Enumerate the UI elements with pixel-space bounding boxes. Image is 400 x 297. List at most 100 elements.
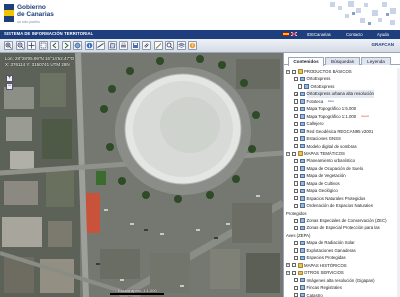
english-flag-icon[interactable] [291,32,297,36]
layer-row[interactable]: Fincas Registrales [284,284,400,291]
group-checkbox[interactable] [291,263,296,268]
collapse-toggle-icon[interactable]: − [286,69,290,74]
layer-row[interactable]: Mapa de Ocupación de Suelo [284,165,400,172]
layer-checkbox[interactable] [294,203,299,208]
back-tool-button[interactable] [50,41,59,50]
layer-row[interactable]: Ordenación de Espacios Naturales [284,202,400,209]
link-tool-button[interactable] [142,41,151,50]
expand-toggle-icon[interactable]: + [286,263,290,268]
tab-busquedas[interactable]: Búsquedas [325,57,360,65]
layer-label: OTROS SERVICIOS [304,270,344,276]
zoom-in-tool-button[interactable] [4,41,13,50]
layer-icon [300,203,305,208]
zoom-in-button[interactable]: + [6,75,13,82]
pan-tool-button[interactable] [27,41,36,50]
layer-checkbox[interactable] [294,136,299,141]
tab-leyenda[interactable]: Leyenda [361,57,391,65]
layer-row[interactable]: Mapa Topográfico 1:1.000 nuevo [284,113,400,120]
layer-row[interactable]: OrtoExpress urbana alta resolución [284,90,400,99]
layer-checkbox[interactable] [294,114,299,119]
layer-group-row[interactable]: − MAPAS TEMÁTICOS [284,150,400,157]
layer-row[interactable]: Zonas de Especial Protección para las [284,224,400,231]
zoom-box-tool-button[interactable] [38,41,48,50]
layer-checkbox[interactable] [294,255,299,261]
layer-icon [300,106,305,112]
help-tool-button[interactable]: ? [188,41,197,50]
save-tool-button[interactable] [130,41,140,50]
layer-checkbox[interactable] [294,91,299,99]
layer-row[interactable]: OrtoExpress [284,75,400,82]
layer-row[interactable]: Fototeca beta [284,98,400,105]
layer-label: PRODUCTOS BÁSICOS [304,69,352,74]
layer-checkbox[interactable] [294,158,299,164]
layer-row[interactable]: Explotaciones Ganaderas [284,247,400,254]
print-tool-button[interactable] [119,41,128,50]
layer-checkbox[interactable] [294,218,299,223]
layer-checkbox[interactable] [294,226,299,231]
layer-row[interactable]: Mapa Topográfico 1:5.000 [284,105,400,112]
layer-checkbox[interactable] [294,99,299,104]
layer-checkbox[interactable] [294,240,299,246]
contact-link[interactable]: Contacto [346,32,363,37]
layer-checkbox[interactable] [294,285,299,290]
layers-panel: Contenidos Búsquedas Leyenda − PRODUCTOS … [283,53,400,297]
zoom-out-button[interactable]: − [6,83,13,90]
layer-checkbox[interactable] [294,129,299,134]
layer-label: Fincas Registrales [306,285,342,291]
layer-icon [300,91,305,97]
layer-row[interactable]: OrtoExpress [284,83,400,90]
collapse-toggle-icon[interactable]: − [286,270,290,275]
layer-label: Especies Protegidas [306,255,346,261]
layer-row[interactable]: Estaciones GNSS [284,135,400,142]
spanish-flag-icon[interactable] [283,32,289,36]
layer-checkbox[interactable] [294,196,299,201]
group-checkbox[interactable] [291,151,296,156]
forward-tool-button[interactable] [61,41,71,50]
search-tool-button[interactable] [165,41,174,50]
layer-checkbox[interactable] [294,166,299,171]
full-extent-tool-button[interactable] [73,41,82,50]
layer-row[interactable]: Especies Protegidas [284,254,400,261]
layer-checkbox[interactable] [294,77,299,82]
layers-tool-button[interactable] [176,41,186,50]
aerial-orthophoto[interactable] [0,53,283,297]
layer-checkbox[interactable] [294,278,299,283]
draw-tool-button[interactable] [153,41,163,50]
map-view[interactable]: Lon: 28°28'05.99"N 16°14'52.47"O X: 3761… [0,53,283,297]
group-checkbox[interactable] [291,270,296,275]
layer-row[interactable]: Red Geodésica REGCAN95 v2001 [284,128,400,135]
layer-icon [304,84,309,89]
help-link[interactable]: Ayuda [377,32,389,37]
tab-contenidos[interactable]: Contenidos [288,57,324,66]
layer-row[interactable]: Mapa de Radiación Solar [284,239,400,246]
idecanarias-link[interactable]: IDECanarias [307,32,331,37]
layer-group-row[interactable]: − PRODUCTOS BÁSICOS [284,68,400,75]
layer-row[interactable]: Mapa de Cultivos [284,180,400,187]
layer-checkbox[interactable] [294,173,299,179]
layer-checkbox[interactable] [294,188,299,193]
zoom-out-tool-button[interactable] [15,41,25,50]
measure-distance-tool-button[interactable] [96,41,105,50]
layer-checkbox[interactable] [294,181,299,186]
layer-row[interactable]: Espacios Naturales Protegidos [284,195,400,202]
measure-area-tool-button[interactable] [107,41,117,50]
info-tool-button[interactable] [84,41,94,50]
layer-row[interactable]: Mapa Geológico [284,187,400,194]
layer-row[interactable]: Zonas Especiales de Conservación (ZEC) [284,217,400,224]
collapse-toggle-icon[interactable]: − [286,151,290,156]
layer-checkbox[interactable] [298,84,303,89]
layer-group-row[interactable]: + MAPAS HISTÓRICOS [284,262,400,269]
layer-checkbox[interactable] [294,106,299,112]
layer-checkbox[interactable] [294,248,299,253]
layer-row[interactable]: Mapa de Vegetación [284,172,400,179]
layer-row[interactable]: Modelo digital de sombras [284,143,400,150]
layer-row[interactable]: Imágenes alta resolución (Gigapan) [284,277,400,284]
layer-checkbox[interactable] [294,121,299,126]
layer-row[interactable]: Callejero [284,120,400,127]
layer-checkbox[interactable] [294,144,299,149]
group-checkbox[interactable] [291,69,296,74]
layer-group-row[interactable]: − OTROS SERVICIOS [284,269,400,276]
layer-row[interactable]: Catastro [284,292,400,297]
layer-row[interactable]: Planeamiento urbanístico [284,157,400,164]
layer-checkbox[interactable] [294,293,299,297]
